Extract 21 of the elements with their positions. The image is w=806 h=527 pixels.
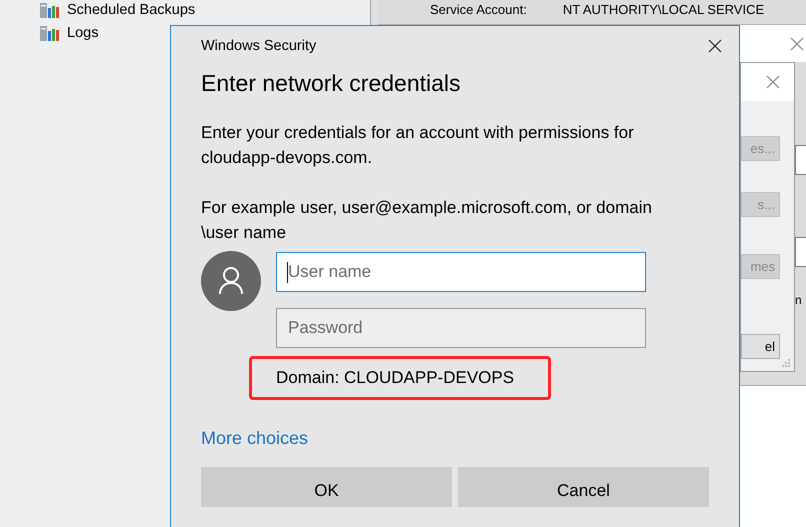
- dialog-button[interactable]: el: [741, 334, 780, 359]
- message-text: Enter your credentials for an account with permissions for cloudapp-devops.com.: [201, 122, 635, 169]
- window-title: Windows Security: [201, 38, 316, 54]
- dialog-heading: Enter network credentials: [201, 70, 462, 97]
- text-fragment: n: [795, 293, 801, 307]
- example-text: For example user, user@example.microsoft.com, or domain \user name: [201, 197, 653, 244]
- tree-item[interactable]: Scheduled Backups: [67, 2, 196, 18]
- dialog-button[interactable]: Cancel: [458, 467, 709, 507]
- database-icon: [40, 24, 61, 41]
- dialog-button[interactable]: OK: [201, 467, 452, 507]
- field-value: NT AUTHORITY\LOCAL SERVICE: [562, 2, 764, 17]
- more-choices-link[interactable]: More choices: [201, 428, 308, 449]
- close-icon[interactable]: [708, 39, 722, 53]
- password-field[interactable]: Password: [276, 308, 646, 348]
- field-label: Service Account:: [430, 2, 527, 17]
- domain-label: Domain: CLOUDAPP-DEVOPS: [276, 368, 514, 388]
- username-field[interactable]: User name: [276, 252, 646, 292]
- input-field[interactable]: [795, 145, 806, 175]
- input-field[interactable]: [795, 237, 806, 267]
- resize-grip-icon[interactable]: [781, 358, 791, 368]
- tree-item[interactable]: Logs: [67, 24, 98, 40]
